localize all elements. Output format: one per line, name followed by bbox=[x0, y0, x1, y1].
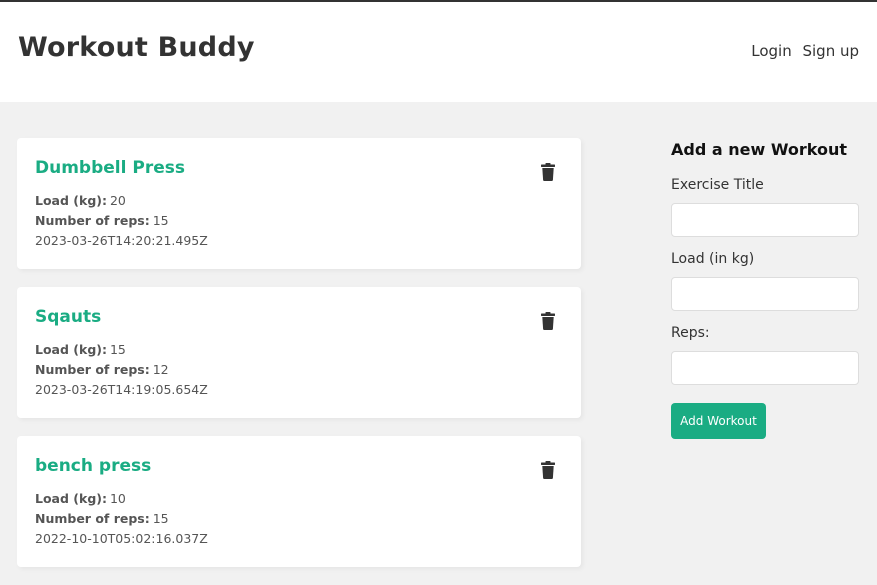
load-label: Load (kg): bbox=[35, 193, 107, 208]
load-value: 15 bbox=[109, 342, 126, 357]
workout-card: Dumbbell Press Load (kg): 20 Number of re… bbox=[17, 138, 581, 269]
trash-icon[interactable] bbox=[541, 312, 555, 330]
exercise-title-input[interactable] bbox=[671, 203, 859, 237]
load-value: 10 bbox=[109, 491, 126, 506]
reps-value: 12 bbox=[152, 362, 169, 377]
workout-timestamp: 2023-03-26T14:20:21.495Z bbox=[35, 233, 208, 248]
workout-load: Load (kg): 15 bbox=[35, 342, 126, 357]
login-link[interactable]: Login bbox=[751, 42, 791, 60]
workout-reps: Number of reps: 15 bbox=[35, 213, 169, 228]
workout-timestamp: 2023-03-26T14:19:05.654Z bbox=[35, 382, 208, 397]
reps-value: 15 bbox=[152, 511, 169, 526]
load-label: Load (kg): bbox=[35, 491, 107, 506]
workout-timestamp: 2022-10-10T05:02:16.037Z bbox=[35, 531, 208, 546]
exercise-title-label: Exercise Title bbox=[671, 177, 764, 193]
reps-input[interactable] bbox=[671, 351, 859, 385]
load-value: 20 bbox=[109, 193, 126, 208]
workout-card: bench press Load (kg): 10 Number of reps:… bbox=[17, 436, 581, 567]
reps-label: Number of reps: bbox=[35, 511, 150, 526]
workout-title: Sqauts bbox=[35, 307, 102, 327]
workout-list: Dumbbell Press Load (kg): 20 Number of re… bbox=[17, 138, 581, 585]
form-title: Add a new Workout bbox=[671, 140, 848, 159]
load-input[interactable] bbox=[671, 277, 859, 311]
reps-label: Number of reps: bbox=[35, 213, 150, 228]
workout-load: Load (kg): 10 bbox=[35, 491, 126, 506]
navbar: Workout Buddy Login Sign up bbox=[0, 2, 877, 102]
workout-reps: Number of reps: 12 bbox=[35, 362, 169, 377]
reps-value: 15 bbox=[152, 213, 169, 228]
add-workout-form: Add a new Workout Exercise Title Load (i… bbox=[671, 138, 859, 439]
load-label: Load (kg): bbox=[35, 342, 107, 357]
reps-label: Reps: bbox=[671, 325, 710, 341]
trash-icon[interactable] bbox=[541, 163, 555, 181]
brand-title[interactable]: Workout Buddy bbox=[18, 32, 255, 63]
workout-card: Sqauts Load (kg): 15 Number of reps: 12 20… bbox=[17, 287, 581, 418]
trash-icon[interactable] bbox=[541, 461, 555, 479]
workout-title: bench press bbox=[35, 456, 152, 476]
workout-title: Dumbbell Press bbox=[35, 158, 185, 178]
load-label: Load (in kg) bbox=[671, 251, 755, 267]
workout-reps: Number of reps: 15 bbox=[35, 511, 169, 526]
add-workout-button[interactable]: Add Workout bbox=[671, 403, 766, 439]
signup-link[interactable]: Sign up bbox=[802, 42, 859, 60]
workout-load: Load (kg): 20 bbox=[35, 193, 126, 208]
reps-label: Number of reps: bbox=[35, 362, 150, 377]
nav-links: Login Sign up bbox=[745, 42, 859, 60]
